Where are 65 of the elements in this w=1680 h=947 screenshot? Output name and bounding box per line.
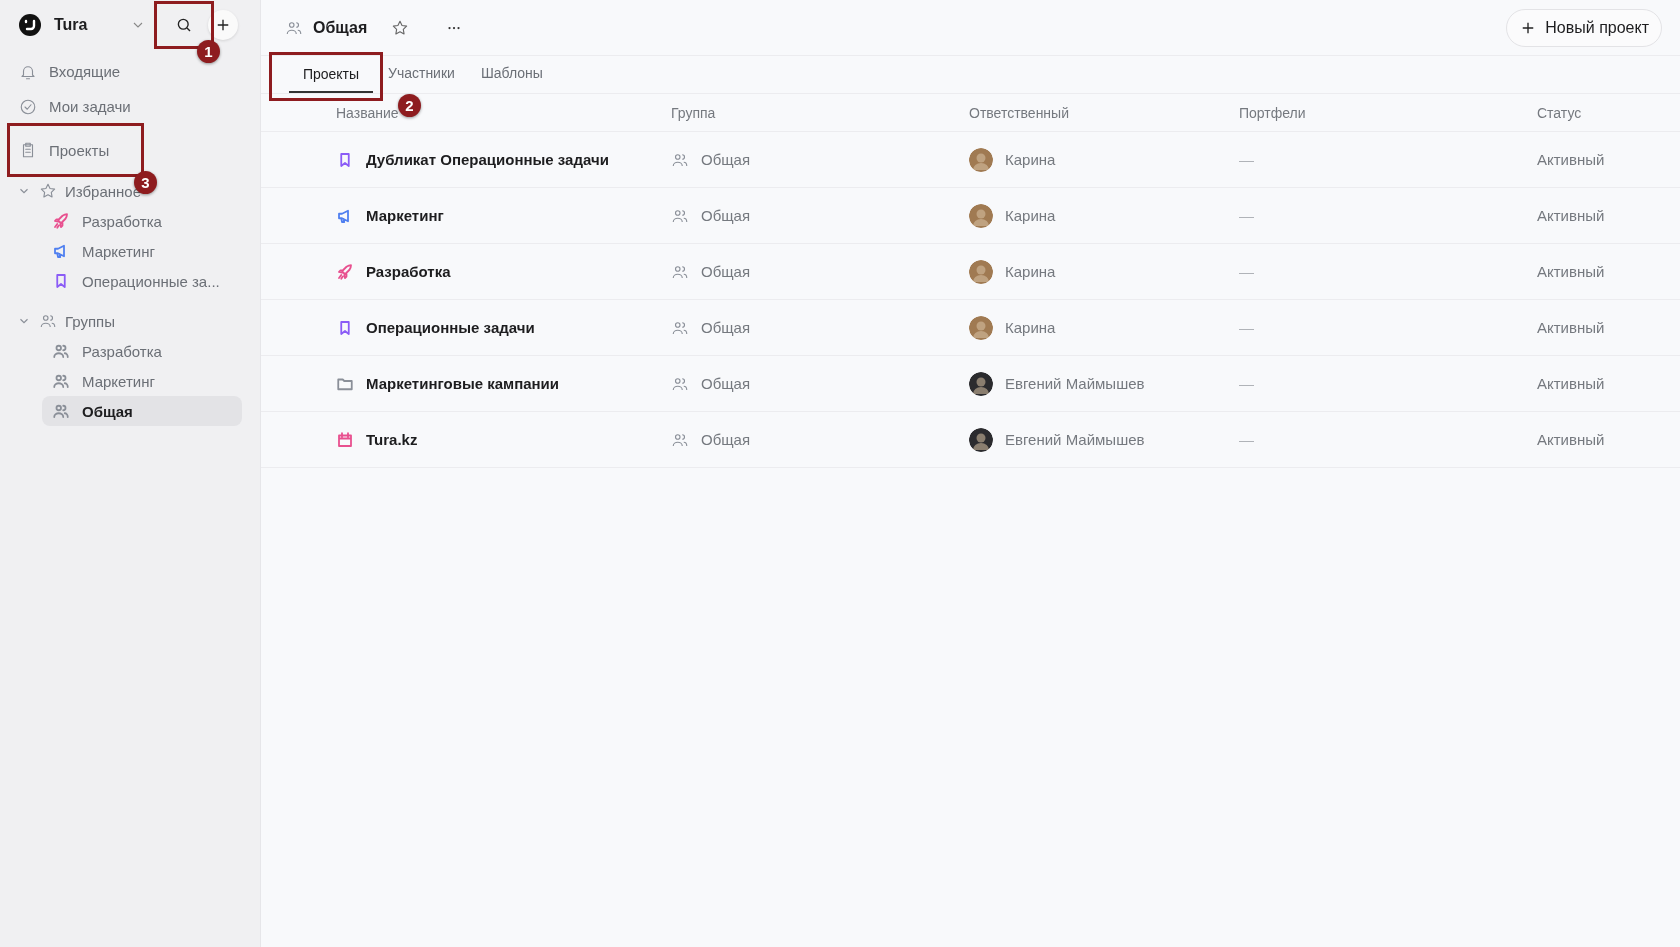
people-icon	[39, 312, 57, 330]
table-cell: Карина	[1005, 263, 1056, 280]
column-header: Группа	[671, 104, 716, 121]
table-cell: —	[1239, 319, 1254, 336]
project-name[interactable]: Маркетинг	[366, 207, 444, 224]
table-cell: Общая	[701, 263, 751, 280]
sidebar-item[interactable]: Маркетинг	[42, 366, 242, 396]
callout-number: 1	[197, 40, 220, 63]
nav-item[interactable]: Проекты	[12, 128, 139, 172]
tab[interactable]: Проекты	[289, 58, 373, 93]
nav-item[interactable]: Мои задачи	[12, 89, 219, 124]
column-header: Портфели	[1239, 104, 1306, 121]
rocket-icon	[336, 262, 354, 281]
tab[interactable]: Шаблоны	[469, 57, 554, 93]
table-cell: Активный	[1537, 431, 1605, 448]
table-cell: Карина	[1005, 207, 1056, 224]
project-name[interactable]: Разработка	[366, 263, 451, 280]
table-cell: Евгений Маймышев	[1005, 431, 1145, 448]
add-button[interactable]	[208, 10, 238, 40]
table-cell: Карина	[1005, 151, 1056, 168]
table-cell: Общая	[701, 207, 751, 224]
table-cell: Активный	[1537, 263, 1605, 280]
sidebar-item[interactable]: Общая	[42, 396, 242, 426]
new-project-button[interactable]: Новый проект	[1506, 8, 1662, 47]
calendar-icon	[336, 430, 354, 449]
table-cell: Активный	[1537, 207, 1605, 224]
table-cell: Активный	[1537, 151, 1605, 168]
table-cell: Карина	[1005, 319, 1056, 336]
sidebar-item[interactable]: Разработка	[42, 336, 242, 366]
table-cell: Активный	[1537, 319, 1605, 336]
logo-icon	[18, 13, 42, 37]
sidebar-item[interactable]: Маркетинг	[42, 236, 242, 266]
table-cell: Общая	[701, 375, 751, 392]
table-cell: —	[1239, 207, 1254, 224]
column-header: Ответственный	[969, 104, 1069, 121]
table-cell: —	[1239, 431, 1254, 448]
project-name[interactable]: Дубликат Операционные задачи	[366, 151, 609, 168]
section-title[interactable]: Избранное	[65, 182, 142, 200]
search-icon	[175, 16, 193, 34]
table-cell: —	[1239, 151, 1254, 168]
sidebar-item[interactable]: Операционные за...	[42, 266, 242, 296]
table-cell: Общая	[701, 151, 751, 168]
people-icon	[52, 372, 70, 390]
sidebar-item[interactable]: Разработка	[42, 206, 242, 236]
table-cell: —	[1239, 375, 1254, 392]
workspace-name[interactable]: Tura	[54, 16, 130, 34]
rocket-icon	[52, 212, 70, 230]
table-cell: Активный	[1537, 375, 1605, 392]
people-icon	[52, 342, 70, 360]
table-cell: Общая	[701, 319, 751, 336]
project-name[interactable]: Tura.kz	[366, 431, 418, 448]
tab[interactable]: Участники	[377, 57, 466, 93]
section-title[interactable]: Группы	[65, 312, 115, 330]
page-title: Общая	[313, 18, 368, 37]
column-header: Название	[336, 104, 399, 121]
people-icon	[52, 402, 70, 420]
table-cell: Евгений Маймышев	[1005, 375, 1145, 392]
star-icon	[39, 182, 57, 200]
table-cell: Общая	[701, 431, 751, 448]
star-icon[interactable]	[391, 18, 410, 37]
project-name[interactable]: Маркетинговые кампании	[366, 375, 560, 392]
column-header: Статус	[1537, 104, 1582, 121]
table-cell: —	[1239, 263, 1254, 280]
project-name[interactable]: Операционные задачи	[366, 319, 535, 336]
callout-number: 2	[398, 94, 421, 117]
